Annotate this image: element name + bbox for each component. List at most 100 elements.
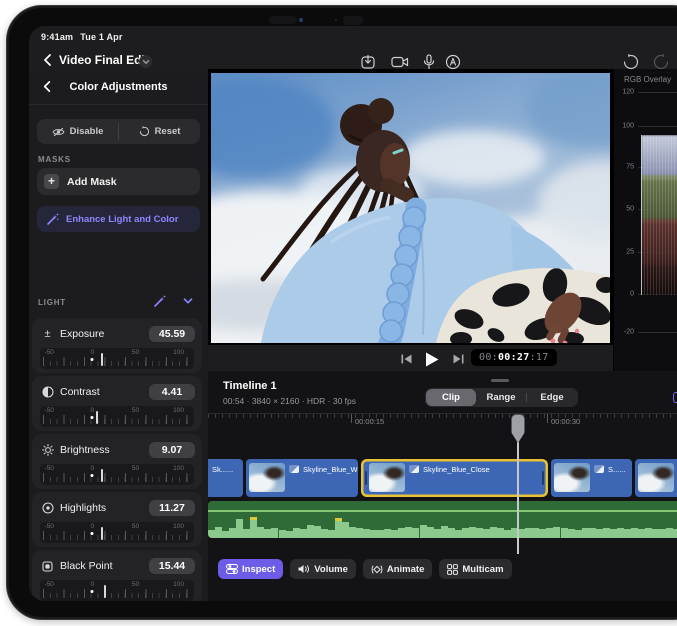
back-button[interactable] — [41, 53, 55, 67]
mode-edge[interactable]: Edge — [527, 389, 577, 406]
video-camera-icon — [391, 55, 409, 69]
skip-forward-button[interactable] — [450, 351, 466, 367]
waveform-bar — [363, 529, 370, 538]
play-button[interactable] — [424, 351, 440, 367]
skip-back-button[interactable] — [398, 351, 414, 367]
slider-value[interactable]: 15.44 — [149, 558, 195, 574]
scope-axis-label: 120 — [616, 89, 634, 96]
light-collapse-button[interactable] — [182, 295, 194, 308]
waveform-bar — [582, 528, 589, 538]
scope-title: RGB Overlay — [624, 75, 671, 84]
timeline-meta: 00:54 · 3840 × 2160 · HDR · 30 fps — [223, 396, 356, 406]
black-point-slider[interactable]: -50050100 — [40, 580, 194, 601]
slider-tick-label: 0 — [91, 407, 95, 414]
waveform-bar — [603, 528, 610, 538]
waveform-bar — [349, 527, 356, 538]
timeline-title: Timeline 1 — [223, 380, 277, 392]
volume-line[interactable] — [208, 510, 677, 512]
disable-label: Disable — [70, 126, 104, 137]
grid-2x2-icon — [447, 564, 458, 575]
timecode-display[interactable]: 00:00:27:17 — [471, 349, 557, 366]
trim-handle-left[interactable] — [365, 471, 367, 485]
waveform-bar — [483, 529, 490, 538]
waveform-bar — [229, 528, 236, 538]
waveform-bar — [243, 529, 250, 538]
slider-value[interactable]: 4.41 — [149, 384, 195, 400]
playhead-handle[interactable] — [511, 414, 525, 443]
animate-button[interactable]: Animate — [363, 559, 432, 579]
black-point-slider-group: Black Point15.44 -50050100 — [32, 550, 202, 601]
volume-button[interactable]: Volume — [290, 559, 356, 579]
light-auto-enhance-button[interactable] — [153, 295, 166, 308]
clip-s-partial[interactable]: S...... — [551, 459, 632, 497]
disable-button[interactable]: Disable — [37, 119, 118, 144]
waveform-bar — [271, 528, 278, 538]
light-section-header: LIGHT — [29, 295, 208, 311]
magic-wand-icon — [153, 295, 166, 308]
cut-off-tool-icon[interactable] — [673, 392, 677, 403]
clip-skyline-partial[interactable]: Sk...... — [208, 459, 243, 497]
add-mask-button[interactable]: + Add Mask — [37, 168, 200, 195]
play-icon — [425, 352, 439, 367]
reset-button[interactable]: Reset — [119, 119, 200, 144]
waveform-bar — [370, 530, 377, 538]
button-label: Volume — [314, 564, 348, 575]
scope-axis-label: 25 — [616, 249, 634, 256]
mode-clip[interactable]: Clip — [426, 389, 476, 406]
slider-label: Contrast — [60, 386, 149, 398]
slider-tick-label: -50 — [45, 407, 54, 414]
waveform-bar — [321, 529, 328, 538]
contrast-icon — [41, 386, 54, 399]
top-bar: 9:41amTue 1 Apr Video Final Edit — [29, 26, 677, 71]
clip-label: Sk...... — [212, 465, 233, 474]
inspect-button[interactable]: Inspect — [218, 559, 283, 579]
waveform-bar — [391, 530, 398, 538]
project-title-dropdown[interactable] — [139, 55, 152, 68]
exposure-slider-group: ±Exposure45.59 -50050100 — [32, 318, 202, 373]
slider-value[interactable]: 45.59 — [149, 326, 195, 342]
timeline-toolbar: Inspect Volume Animate Multicam — [208, 559, 512, 579]
contrast-slider[interactable]: -50050100 — [40, 406, 194, 427]
slider-tick-label: 0 — [91, 465, 95, 472]
waveform-bar — [659, 529, 666, 538]
panel-header: Color Adjustments — [29, 71, 208, 105]
redo-icon — [653, 54, 669, 70]
button-label: Multicam — [462, 564, 503, 575]
waveform-bar — [673, 529, 677, 538]
reset-icon — [139, 126, 150, 137]
scope-edge-line — [641, 135, 642, 295]
clip-label: Skyline_Blue_Wide — [303, 465, 358, 474]
clip-label: S...... — [608, 465, 626, 474]
waveform-bar — [518, 529, 525, 538]
timeline-ruler[interactable]: 00:00:15 00:00:30 — [208, 413, 677, 430]
waveform-bar — [575, 530, 582, 538]
plus-minus-icon: ± — [41, 328, 54, 341]
enhance-light-color-button[interactable]: Enhance Light and Color — [37, 206, 200, 232]
timeline-section: Timeline 1 00:54 · 3840 × 2160 · HDR · 3… — [208, 371, 677, 601]
waveform-bar — [553, 527, 560, 538]
waveform-bar — [307, 525, 314, 538]
clip-skyline-blue-wide[interactable]: Skyline_Blue_Wide — [246, 459, 358, 497]
exposure-slider[interactable]: -50050100 — [40, 348, 194, 369]
waveform-bar — [427, 527, 434, 538]
waveform-bar — [638, 529, 645, 538]
clip-cut-off[interactable] — [635, 459, 677, 497]
multicam-button[interactable]: Multicam — [439, 559, 511, 579]
trim-handle-right[interactable] — [542, 471, 544, 485]
highlights-slider[interactable]: -50050100 — [40, 522, 194, 543]
timeline-drag-handle[interactable] — [491, 379, 509, 382]
waveform-bar — [250, 517, 257, 538]
audio-track[interactable] — [208, 501, 677, 538]
slider-label: Highlights — [60, 502, 149, 514]
waveform-bar — [222, 531, 229, 538]
slider-value[interactable]: 11.27 — [149, 500, 195, 516]
mode-range[interactable]: Range — [476, 389, 526, 406]
brightness-slider[interactable]: -50050100 — [40, 464, 194, 485]
slider-value[interactable]: 9.07 — [149, 442, 195, 458]
eye-off-icon — [52, 127, 65, 137]
clip-skyline-blue-close[interactable]: Skyline_Blue_Close — [361, 459, 548, 497]
speaker-icon — [298, 564, 310, 574]
rgb-overlay-scope: RGB Overlay 120 100 75 50 25 0 -20 — [613, 69, 677, 371]
sensor-dot — [335, 19, 337, 21]
video-preview[interactable] — [208, 69, 613, 344]
